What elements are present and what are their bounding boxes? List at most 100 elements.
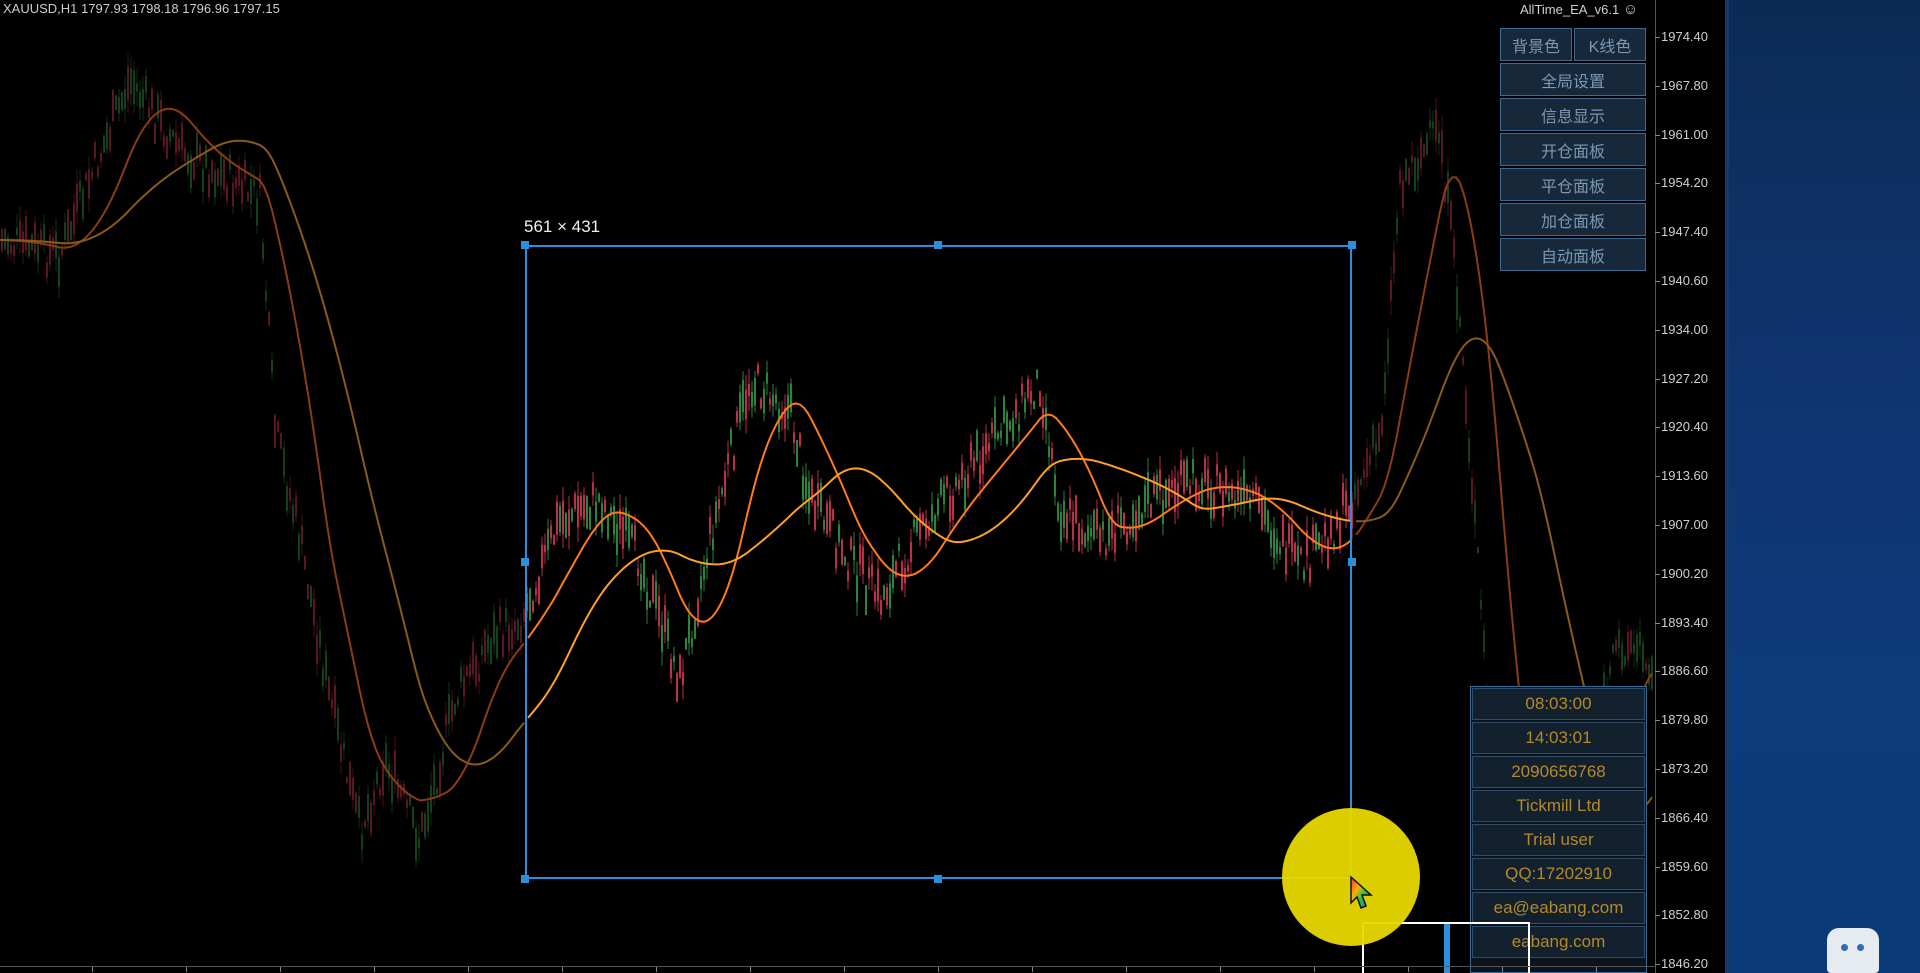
auto-panel-button[interactable]: 自动面板 — [1500, 238, 1646, 271]
candle-body — [253, 179, 255, 186]
selection-size-label: 561 × 431 — [524, 217, 601, 236]
candle-body — [13, 245, 15, 256]
candle-body — [1402, 180, 1404, 209]
candle-body — [508, 624, 510, 652]
price-tick: 1920.40 — [1655, 419, 1708, 435]
price-chart[interactable]: XAUUSD,H1 1797.93 1798.18 1796.96 1797.1… — [0, 0, 1655, 973]
candle-body — [1396, 217, 1398, 235]
candle-body — [16, 227, 18, 235]
selection-handle-top-right[interactable] — [1348, 241, 1356, 249]
candle-body — [37, 244, 39, 263]
candle-body — [46, 262, 48, 278]
candle-body — [370, 802, 372, 834]
candle-body — [1420, 138, 1422, 169]
selection-handle-mid-right[interactable] — [1348, 558, 1356, 566]
video-side-panel — [1725, 0, 1920, 973]
ea-title-text: AllTime_EA_v6.1 — [1520, 2, 1620, 17]
candle-body — [490, 638, 492, 664]
add-position-panel-button[interactable]: 加仓面板 — [1500, 203, 1646, 236]
global-settings-button[interactable]: 全局设置 — [1500, 63, 1646, 96]
candle-body — [439, 762, 441, 796]
candle-body — [97, 166, 99, 177]
candle-body — [1636, 634, 1638, 663]
candle-body — [208, 174, 210, 198]
time-tick — [938, 967, 939, 972]
time-tick — [1314, 967, 1315, 972]
price-tick: 1934.00 — [1655, 321, 1708, 337]
candle-body — [175, 131, 177, 154]
candle-body — [1369, 455, 1371, 466]
candle-body — [1450, 200, 1452, 229]
candle-body — [406, 799, 408, 809]
candle-body — [1477, 547, 1479, 554]
contact-qq: QQ:17202910 — [1472, 858, 1645, 890]
candle-body — [247, 192, 249, 202]
candle-body — [298, 534, 300, 560]
selection-rectangle[interactable] — [525, 245, 1352, 879]
candle-body — [1621, 643, 1623, 670]
candle-body — [283, 447, 285, 477]
candle-body — [262, 243, 264, 260]
selection-handle-top-left[interactable] — [521, 241, 529, 249]
candle-body — [73, 203, 75, 234]
bilibili-tv-icon[interactable] — [1827, 928, 1879, 973]
price-tick: 1900.20 — [1655, 565, 1708, 581]
candle-body — [58, 256, 60, 287]
candle-body — [427, 801, 429, 832]
candle-body — [100, 153, 102, 162]
candle-body — [499, 606, 501, 623]
candle-body — [358, 795, 360, 818]
open-position-panel-button[interactable]: 开仓面板 — [1500, 133, 1646, 166]
candle-body — [286, 486, 288, 511]
candle-body — [1366, 448, 1368, 478]
kline-color-button[interactable]: K线色 — [1574, 28, 1646, 61]
candle-body — [112, 90, 114, 121]
time-tick — [374, 967, 375, 972]
candle-body — [1426, 133, 1428, 155]
selection-handle-bottom-mid[interactable] — [934, 875, 942, 883]
selection-handle-bottom-left[interactable] — [521, 875, 529, 883]
price-tick: 1913.60 — [1655, 468, 1708, 484]
candle-body — [250, 178, 252, 204]
candle-body — [130, 68, 132, 95]
contact-email: ea@eabang.com — [1472, 892, 1645, 924]
candle-body — [169, 128, 171, 142]
moving-average-fast-dim — [0, 107, 525, 802]
candle-body — [217, 168, 219, 186]
candle-body — [268, 312, 270, 325]
candle-body — [28, 241, 30, 257]
symbol-info: XAUUSD,H1 1797.93 1798.18 1796.96 1797.1… — [3, 1, 280, 16]
close-position-panel-button[interactable]: 平仓面板 — [1500, 168, 1646, 201]
account-number: 2090656768 — [1472, 756, 1645, 788]
candle-body — [493, 612, 495, 645]
candle-body — [1459, 317, 1461, 327]
candle-body — [82, 188, 84, 220]
candle-body — [40, 229, 42, 242]
candle-body — [265, 290, 267, 301]
selection-handle-mid-left[interactable] — [521, 558, 529, 566]
time-tick — [1126, 967, 1127, 972]
info-display-button[interactable]: 信息显示 — [1500, 98, 1646, 131]
candle-body — [1474, 500, 1476, 524]
candle-body — [205, 145, 207, 168]
candle-body — [1627, 631, 1629, 661]
price-tick: 1893.40 — [1655, 614, 1708, 630]
time-tick — [280, 967, 281, 972]
candle-body — [1375, 442, 1377, 455]
candle-body — [1417, 158, 1419, 181]
candle-body — [79, 180, 81, 192]
selection-handle-top-mid[interactable] — [934, 241, 942, 249]
background-color-button[interactable]: 背景色 — [1500, 28, 1572, 61]
time-tick — [562, 967, 563, 972]
candle-body — [433, 764, 435, 796]
candle-body — [172, 130, 174, 137]
price-tick: 1947.40 — [1655, 224, 1708, 240]
candle-body — [319, 630, 321, 648]
time-tick — [1032, 967, 1033, 972]
candle-body — [1642, 642, 1644, 672]
candle-body — [304, 555, 306, 570]
candle-body — [1612, 644, 1614, 653]
candle-body — [1360, 479, 1362, 486]
candle-body — [145, 76, 147, 93]
candle-body — [376, 771, 378, 785]
